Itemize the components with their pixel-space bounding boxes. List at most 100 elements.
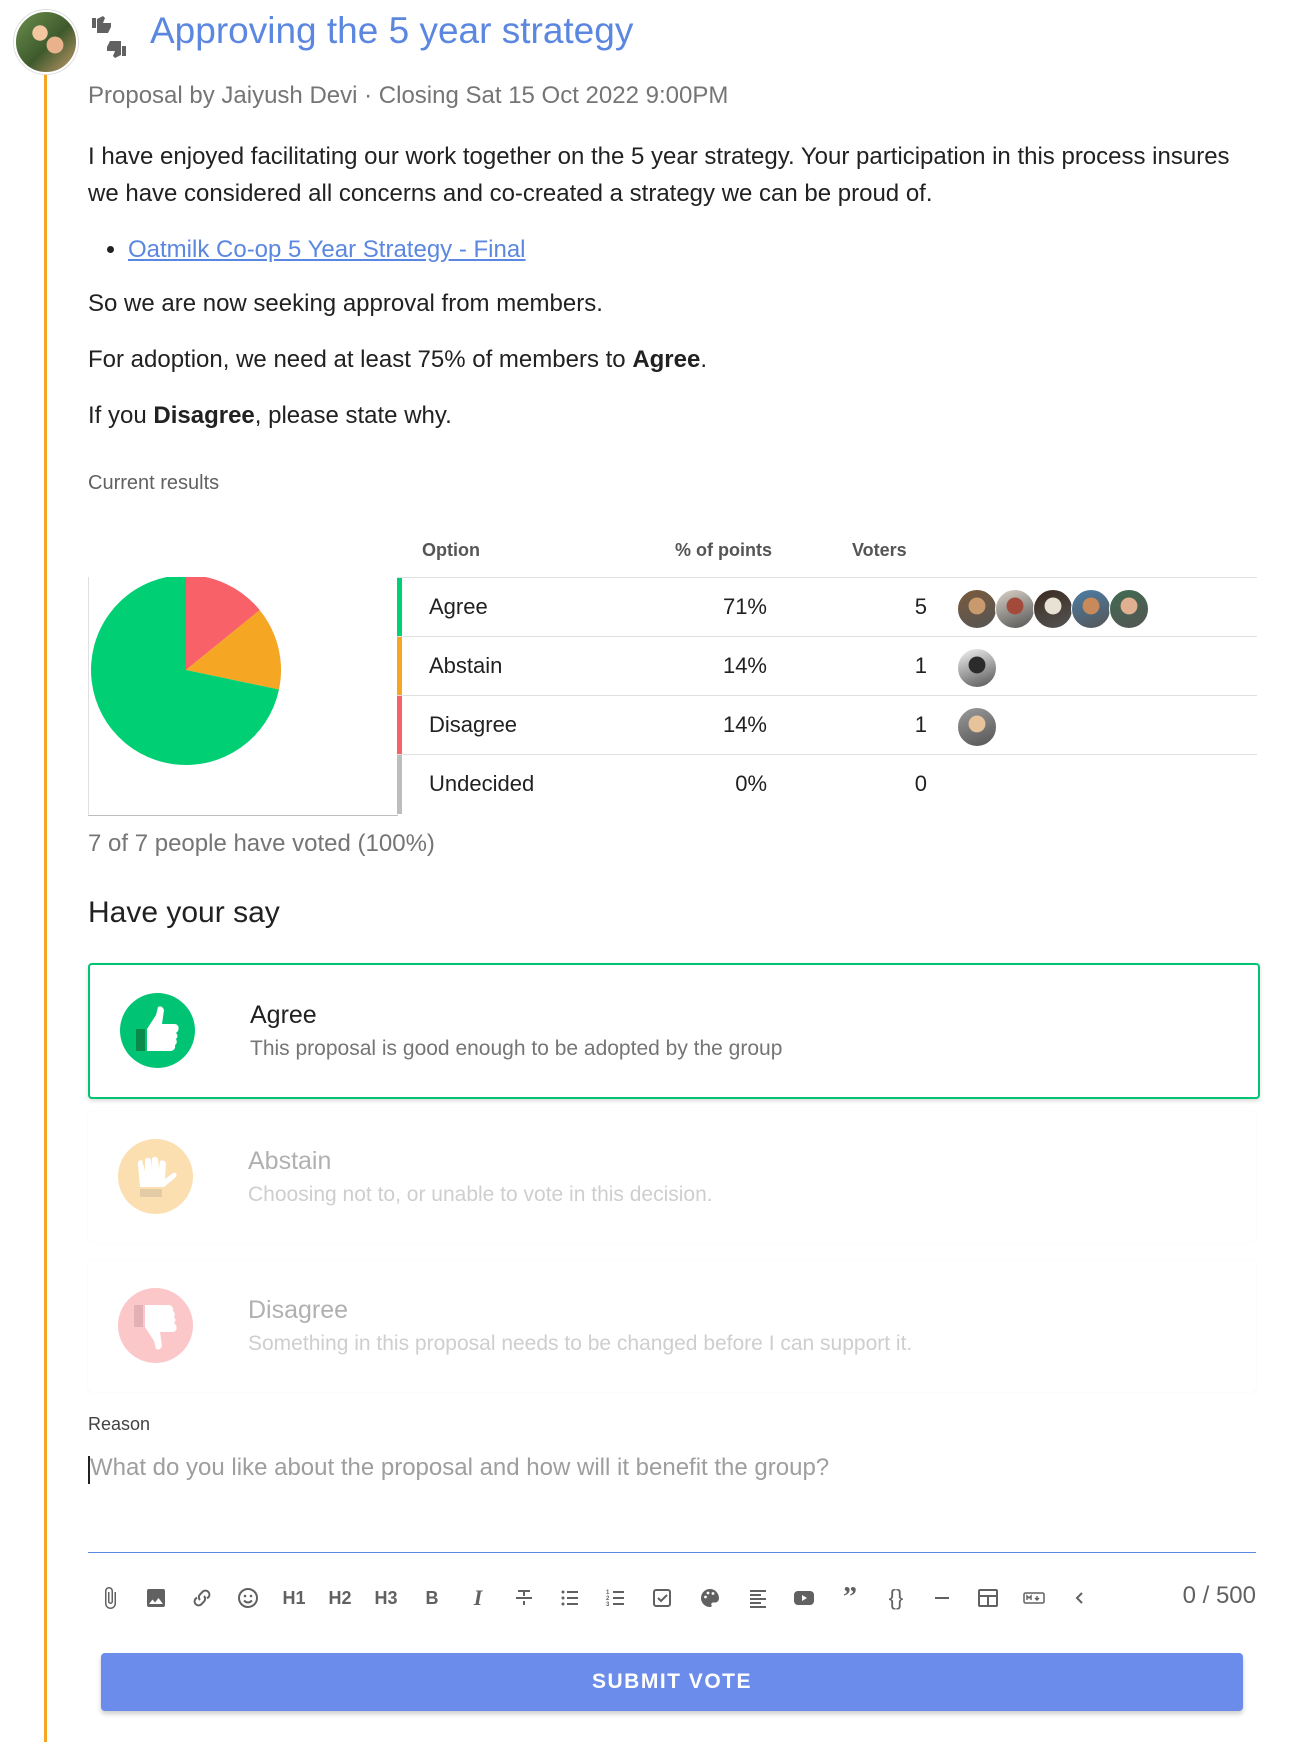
- table-icon[interactable]: [970, 1578, 1006, 1618]
- option-label: Abstain: [248, 1147, 332, 1175]
- vote-heading: Have your say: [88, 896, 280, 929]
- disagree-text: If you: [88, 402, 154, 429]
- blockquote-button[interactable]: ”: [832, 1578, 868, 1618]
- reason-placeholder: What do you like about the proposal and …: [90, 1454, 830, 1481]
- results-table-body: Agree 71% 5 Abstain 14% 1 Disagree 14% 1 Undecide…: [397, 578, 1257, 814]
- column-points: % of points: [675, 540, 772, 560]
- vote-option-abstain[interactable]: Abstain Choosing not to, or unable to vo…: [88, 1111, 1256, 1243]
- option-name: Undecided: [429, 771, 535, 796]
- checklist-icon[interactable]: [644, 1578, 680, 1618]
- voter-avatar[interactable]: [1033, 589, 1073, 629]
- adoption-bold: Agree: [632, 346, 701, 373]
- option-label: Disagree: [248, 1296, 349, 1324]
- results-row-undecided: Undecided 0% 0: [397, 755, 1257, 814]
- adoption-text: For adoption, we need at least 75% of me…: [88, 346, 633, 373]
- column-option: Option: [422, 540, 480, 560]
- bullet-list-icon[interactable]: [552, 1578, 588, 1618]
- voter-avatar[interactable]: [1071, 589, 1111, 629]
- results-table: Option % of points Voters Agree 71% 5 Absta…: [397, 530, 1257, 814]
- option-description: This proposal is good enough to be adopt…: [250, 1037, 783, 1060]
- markdown-icon[interactable]: [1016, 1578, 1052, 1618]
- list-item: Oatmilk Co-op 5 Year Strategy - Final: [128, 231, 1258, 268]
- proposal-thumbs-icon: [92, 16, 126, 58]
- option-voter-count: 5: [914, 594, 927, 619]
- proposal-meta: Proposal by Jaiyush Devi · Closing Sat 1…: [88, 82, 729, 109]
- voter-avatar[interactable]: [957, 707, 997, 747]
- voter-avatar[interactable]: [957, 648, 997, 688]
- emoji-icon[interactable]: [230, 1578, 266, 1618]
- voted-summary: 7 of 7 people have voted (100%): [88, 830, 435, 857]
- results-row-disagree: Disagree 14% 1: [397, 696, 1257, 755]
- thumbs-down-icon: [118, 1288, 193, 1363]
- link-list: Oatmilk Co-op 5 Year Strategy - Final: [88, 231, 1258, 268]
- palette-icon[interactable]: [692, 1578, 728, 1618]
- adoption-paragraph: For adoption, we need at least 75% of me…: [88, 341, 1258, 378]
- insert-link-icon[interactable]: [184, 1578, 220, 1618]
- option-voter-count: 1: [914, 653, 927, 678]
- disagree-bold: Disagree: [153, 402, 255, 429]
- vote-option-disagree[interactable]: Disagree Something in this proposal need…: [88, 1260, 1256, 1392]
- option-voter-count: 1: [914, 712, 927, 737]
- option-name: Abstain: [429, 653, 503, 678]
- heading-2-button[interactable]: H2: [322, 1578, 358, 1618]
- option-percent: 14%: [722, 712, 767, 737]
- align-left-icon[interactable]: [740, 1578, 776, 1618]
- strikethrough-icon[interactable]: [506, 1578, 542, 1618]
- video-icon[interactable]: [786, 1578, 822, 1618]
- results-row-abstain: Abstain 14% 1: [397, 637, 1257, 696]
- bold-button[interactable]: B: [414, 1578, 450, 1618]
- heading-1-button[interactable]: H1: [276, 1578, 312, 1618]
- thread-timeline: [44, 72, 47, 1742]
- disagree-suffix: , please state why.: [254, 402, 452, 429]
- vote-option-agree[interactable]: Agree This proposal is good enough to be…: [88, 963, 1260, 1099]
- adoption-suffix: .: [700, 346, 708, 373]
- voter-avatars: [957, 648, 999, 688]
- column-voters: Voters: [852, 540, 907, 560]
- numbered-list-icon[interactable]: 123: [598, 1578, 634, 1618]
- option-percent: 0%: [735, 771, 767, 796]
- italic-button[interactable]: I: [460, 1578, 496, 1618]
- option-name: Agree: [429, 594, 488, 619]
- option-color-bar: [397, 755, 402, 814]
- thumbs-sideways-icon: [118, 1139, 193, 1214]
- option-name: Disagree: [429, 712, 518, 737]
- voter-avatar[interactable]: [957, 589, 997, 629]
- option-color-bar: [397, 637, 402, 696]
- option-percent: 14%: [722, 653, 767, 678]
- voter-avatar[interactable]: [1109, 589, 1149, 629]
- disagree-paragraph: If you Disagree, please state why.: [88, 397, 1258, 434]
- svg-text:3: 3: [606, 1602, 610, 1608]
- option-color-bar: [397, 578, 402, 637]
- option-voter-count: 0: [914, 771, 927, 796]
- submit-vote-button[interactable]: SUBMIT VOTE: [101, 1653, 1243, 1711]
- pie-svg: [91, 575, 281, 765]
- editor-toolbar: H1 H2 H3 B I 123 ” {} 0 / 500: [88, 1578, 1256, 1618]
- reason-input[interactable]: What do you like about the proposal and …: [88, 1452, 1256, 1553]
- results-row-agree: Agree 71% 5: [397, 578, 1257, 637]
- results-pie-chart: [88, 575, 398, 816]
- character-count: 0 / 500: [1182, 1582, 1256, 1609]
- horizontal-rule-icon[interactable]: [924, 1578, 960, 1618]
- voter-avatar[interactable]: [995, 589, 1035, 629]
- code-block-button[interactable]: {}: [878, 1578, 914, 1618]
- chevron-left-icon[interactable]: [1062, 1578, 1098, 1618]
- reason-label: Reason: [88, 1414, 151, 1434]
- intro-paragraph: I have enjoyed facilitating our work tog…: [88, 143, 1230, 207]
- attach-file-icon[interactable]: [92, 1578, 128, 1618]
- results-table-header: Option % of points Voters: [397, 530, 1257, 578]
- page-title: Approving the 5 year strategy: [150, 10, 634, 51]
- thumbs-up-icon: [120, 993, 195, 1068]
- option-color-bar: [397, 696, 402, 755]
- proposal-body: I have enjoyed facilitating our work tog…: [88, 138, 1258, 453]
- author-avatar[interactable]: [14, 10, 78, 74]
- voter-avatars: [957, 707, 999, 747]
- option-percent: 71%: [722, 594, 767, 619]
- strategy-document-link[interactable]: Oatmilk Co-op 5 Year Strategy - Final: [128, 236, 526, 263]
- option-description: Choosing not to, or unable to vote in th…: [248, 1183, 713, 1206]
- option-label: Agree: [250, 1001, 317, 1029]
- heading-3-button[interactable]: H3: [368, 1578, 404, 1618]
- voter-avatars: [957, 589, 1151, 629]
- current-results-label: Current results: [88, 472, 220, 494]
- insert-image-icon[interactable]: [138, 1578, 174, 1618]
- option-description: Something in this proposal needs to be c…: [248, 1332, 913, 1355]
